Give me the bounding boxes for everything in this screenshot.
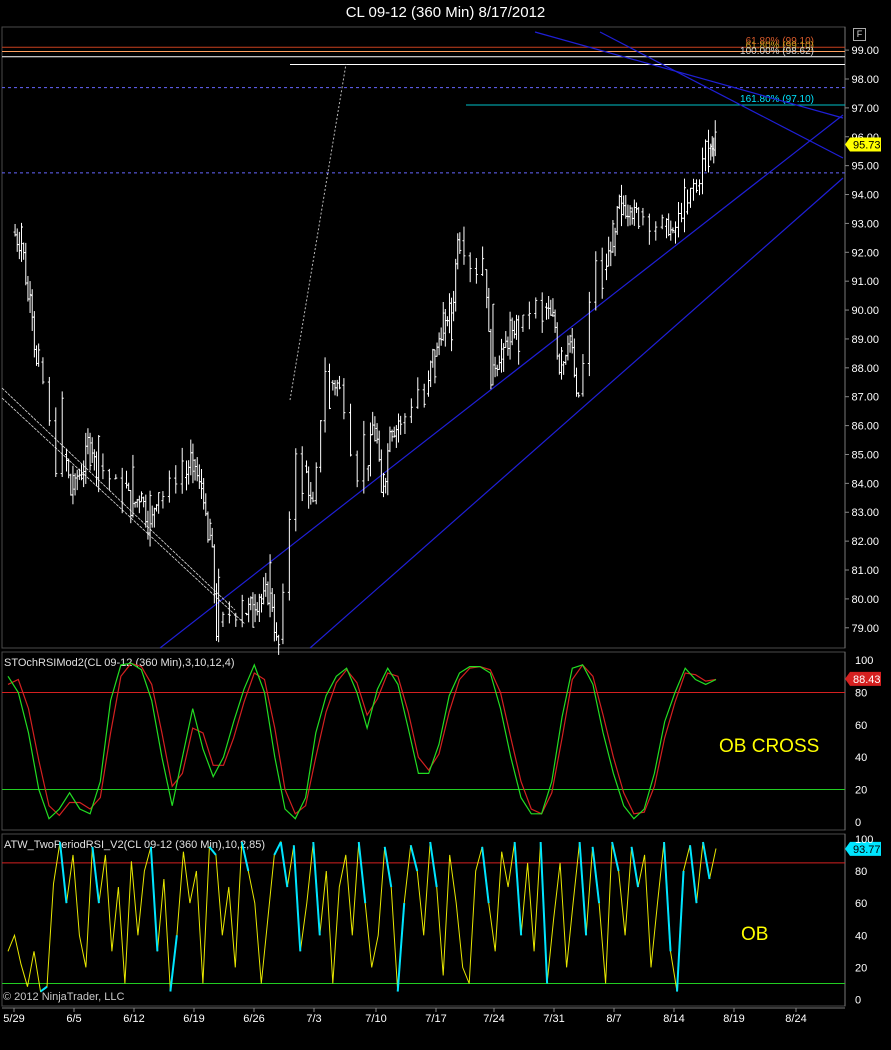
rsi-extreme-segment <box>663 841 672 952</box>
chart-canvas[interactable]: 61.80% (99.10)61.80% (99.10)100.00% (98.… <box>0 0 891 1050</box>
rsi-extreme-segment <box>279 841 289 888</box>
y-tick-label: 93.00 <box>851 218 879 230</box>
y-tick-label: 89.00 <box>851 334 879 346</box>
y-tick-label: 87.00 <box>851 392 879 404</box>
x-tick-label: 6/19 <box>183 1013 204 1025</box>
y-tick-label: 0 <box>855 995 861 1007</box>
y-tick-label: 84.00 <box>851 478 879 490</box>
twoperiod-rsi-panel: ATW_TwoPeriodRSI_V2(CL 09-12 (360 Min),1… <box>2 839 881 993</box>
y-tick-label: 100 <box>855 655 873 667</box>
panel-frames <box>1 26 846 1007</box>
x-tick-label: 8/24 <box>785 1013 806 1025</box>
channel-line <box>1 397 246 625</box>
panel-frame-1 <box>1 26 846 649</box>
ob-cross-annotation: OB CROSS <box>719 736 819 757</box>
fib-level-label: 100.00% (98.62) <box>740 46 814 57</box>
stochrsi-panel: STOchRSIMod2(CL 09-12 (360 Min),3,10,12,… <box>2 657 881 820</box>
y-tick-label: 81.00 <box>851 565 879 577</box>
y-tick-label: 94.00 <box>851 190 879 202</box>
copyright-text: © 2012 NinjaTrader, LLC <box>3 991 125 1003</box>
y-tick-label: 99.00 <box>851 45 879 57</box>
rsi-extreme-segment <box>611 841 620 872</box>
x-tick-label: 7/10 <box>365 1013 386 1025</box>
rsi-extreme-segment <box>396 903 406 992</box>
y-tick-label: 85.00 <box>851 449 879 461</box>
rsi-extreme-segment <box>702 841 711 880</box>
rsi-extreme-segment <box>578 841 588 936</box>
rsi-extreme-segment <box>273 841 282 856</box>
rsi-extreme-segment <box>630 846 640 888</box>
rsi-extreme-segment <box>689 845 698 904</box>
y-tick-label: 20 <box>855 785 867 797</box>
y-tick-label: 0 <box>855 817 861 829</box>
y-tick-label: 83.00 <box>851 507 879 519</box>
y-tick-label: 20 <box>855 962 867 974</box>
rsi-extreme-segment <box>429 841 438 888</box>
stochrsi-title: STOchRSIMod2(CL 09-12 (360 Min),3,10,12,… <box>4 657 235 669</box>
axes: 79.00 80.00 81.00 82.00 83.00 84.00 85.00 86.00… <box>2 45 879 1025</box>
rsi-extreme-segment <box>58 841 68 904</box>
x-tick-label: 7/3 <box>306 1013 321 1025</box>
y-tick-label: 88.00 <box>851 363 879 375</box>
x-tick-label: 8/7 <box>606 1013 621 1025</box>
y-tick-label: 100 <box>855 834 873 846</box>
rsi-extreme-segment <box>383 846 393 888</box>
x-tick-label: 6/26 <box>243 1013 264 1025</box>
last-price-label: 95.73 <box>853 140 881 152</box>
y-tick-label: 79.00 <box>851 623 879 635</box>
rsi-extreme-segment <box>513 841 523 936</box>
x-tick-label: 8/19 <box>723 1013 744 1025</box>
rsi-extreme-segment <box>676 870 685 992</box>
x-tick-label: 6/12 <box>123 1013 144 1025</box>
y-tick-label: 95.00 <box>851 161 879 173</box>
x-tick-label: 6/5 <box>66 1013 81 1025</box>
x-tick-label: 8/14 <box>663 1013 684 1025</box>
x-tick-label: 7/31 <box>543 1013 564 1025</box>
y-tick-label: 92.00 <box>851 247 879 259</box>
y-tick-label: 80.00 <box>851 594 879 606</box>
y-tick-label: 80 <box>855 866 867 878</box>
rsi-extreme-segment <box>312 841 321 936</box>
y-tick-label: 90.00 <box>851 305 879 317</box>
rsi-extreme-segment <box>481 846 490 904</box>
y-tick-label: 86.00 <box>851 421 879 433</box>
trend-line <box>309 177 844 649</box>
trend-lines <box>1 31 844 649</box>
x-tick-label: 7/17 <box>425 1013 446 1025</box>
horizontal-levels: 61.80% (99.10)61.80% (99.10)100.00% (98.… <box>2 36 845 174</box>
stochrsi-last-label: 88.43 <box>853 674 881 686</box>
y-tick-label: 97.00 <box>851 103 879 115</box>
y-tick-label: 60 <box>855 720 867 732</box>
y-tick-label: 60 <box>855 898 867 910</box>
y-tick-label: 80 <box>855 687 867 699</box>
channel-line <box>1 387 236 611</box>
x-tick-label: 5/29 <box>3 1013 24 1025</box>
y-tick-label: 40 <box>855 752 867 764</box>
rsi-extreme-segment <box>357 841 367 904</box>
rsi-extreme-segment <box>409 845 419 872</box>
trend-line <box>159 114 844 649</box>
rsi-extreme-segment <box>591 846 601 904</box>
rsi-title: ATW_TwoPeriodRSI_V2(CL 09-12 (360 Min),1… <box>4 839 265 851</box>
rsi-extreme-segment <box>91 846 100 904</box>
chart-labels: 95.73 <box>845 137 881 152</box>
x-tick-label: 7/24 <box>483 1013 504 1025</box>
rsi-extreme-segment <box>292 845 302 952</box>
y-tick-label: 82.00 <box>851 536 879 548</box>
ob-annotation: OB <box>741 924 768 945</box>
y-tick-label: 40 <box>855 930 867 942</box>
y-tick-label: 91.00 <box>851 276 879 288</box>
price-bars <box>13 120 717 655</box>
y-tick-label: 98.00 <box>851 74 879 86</box>
fib-anchor-line <box>289 63 347 401</box>
